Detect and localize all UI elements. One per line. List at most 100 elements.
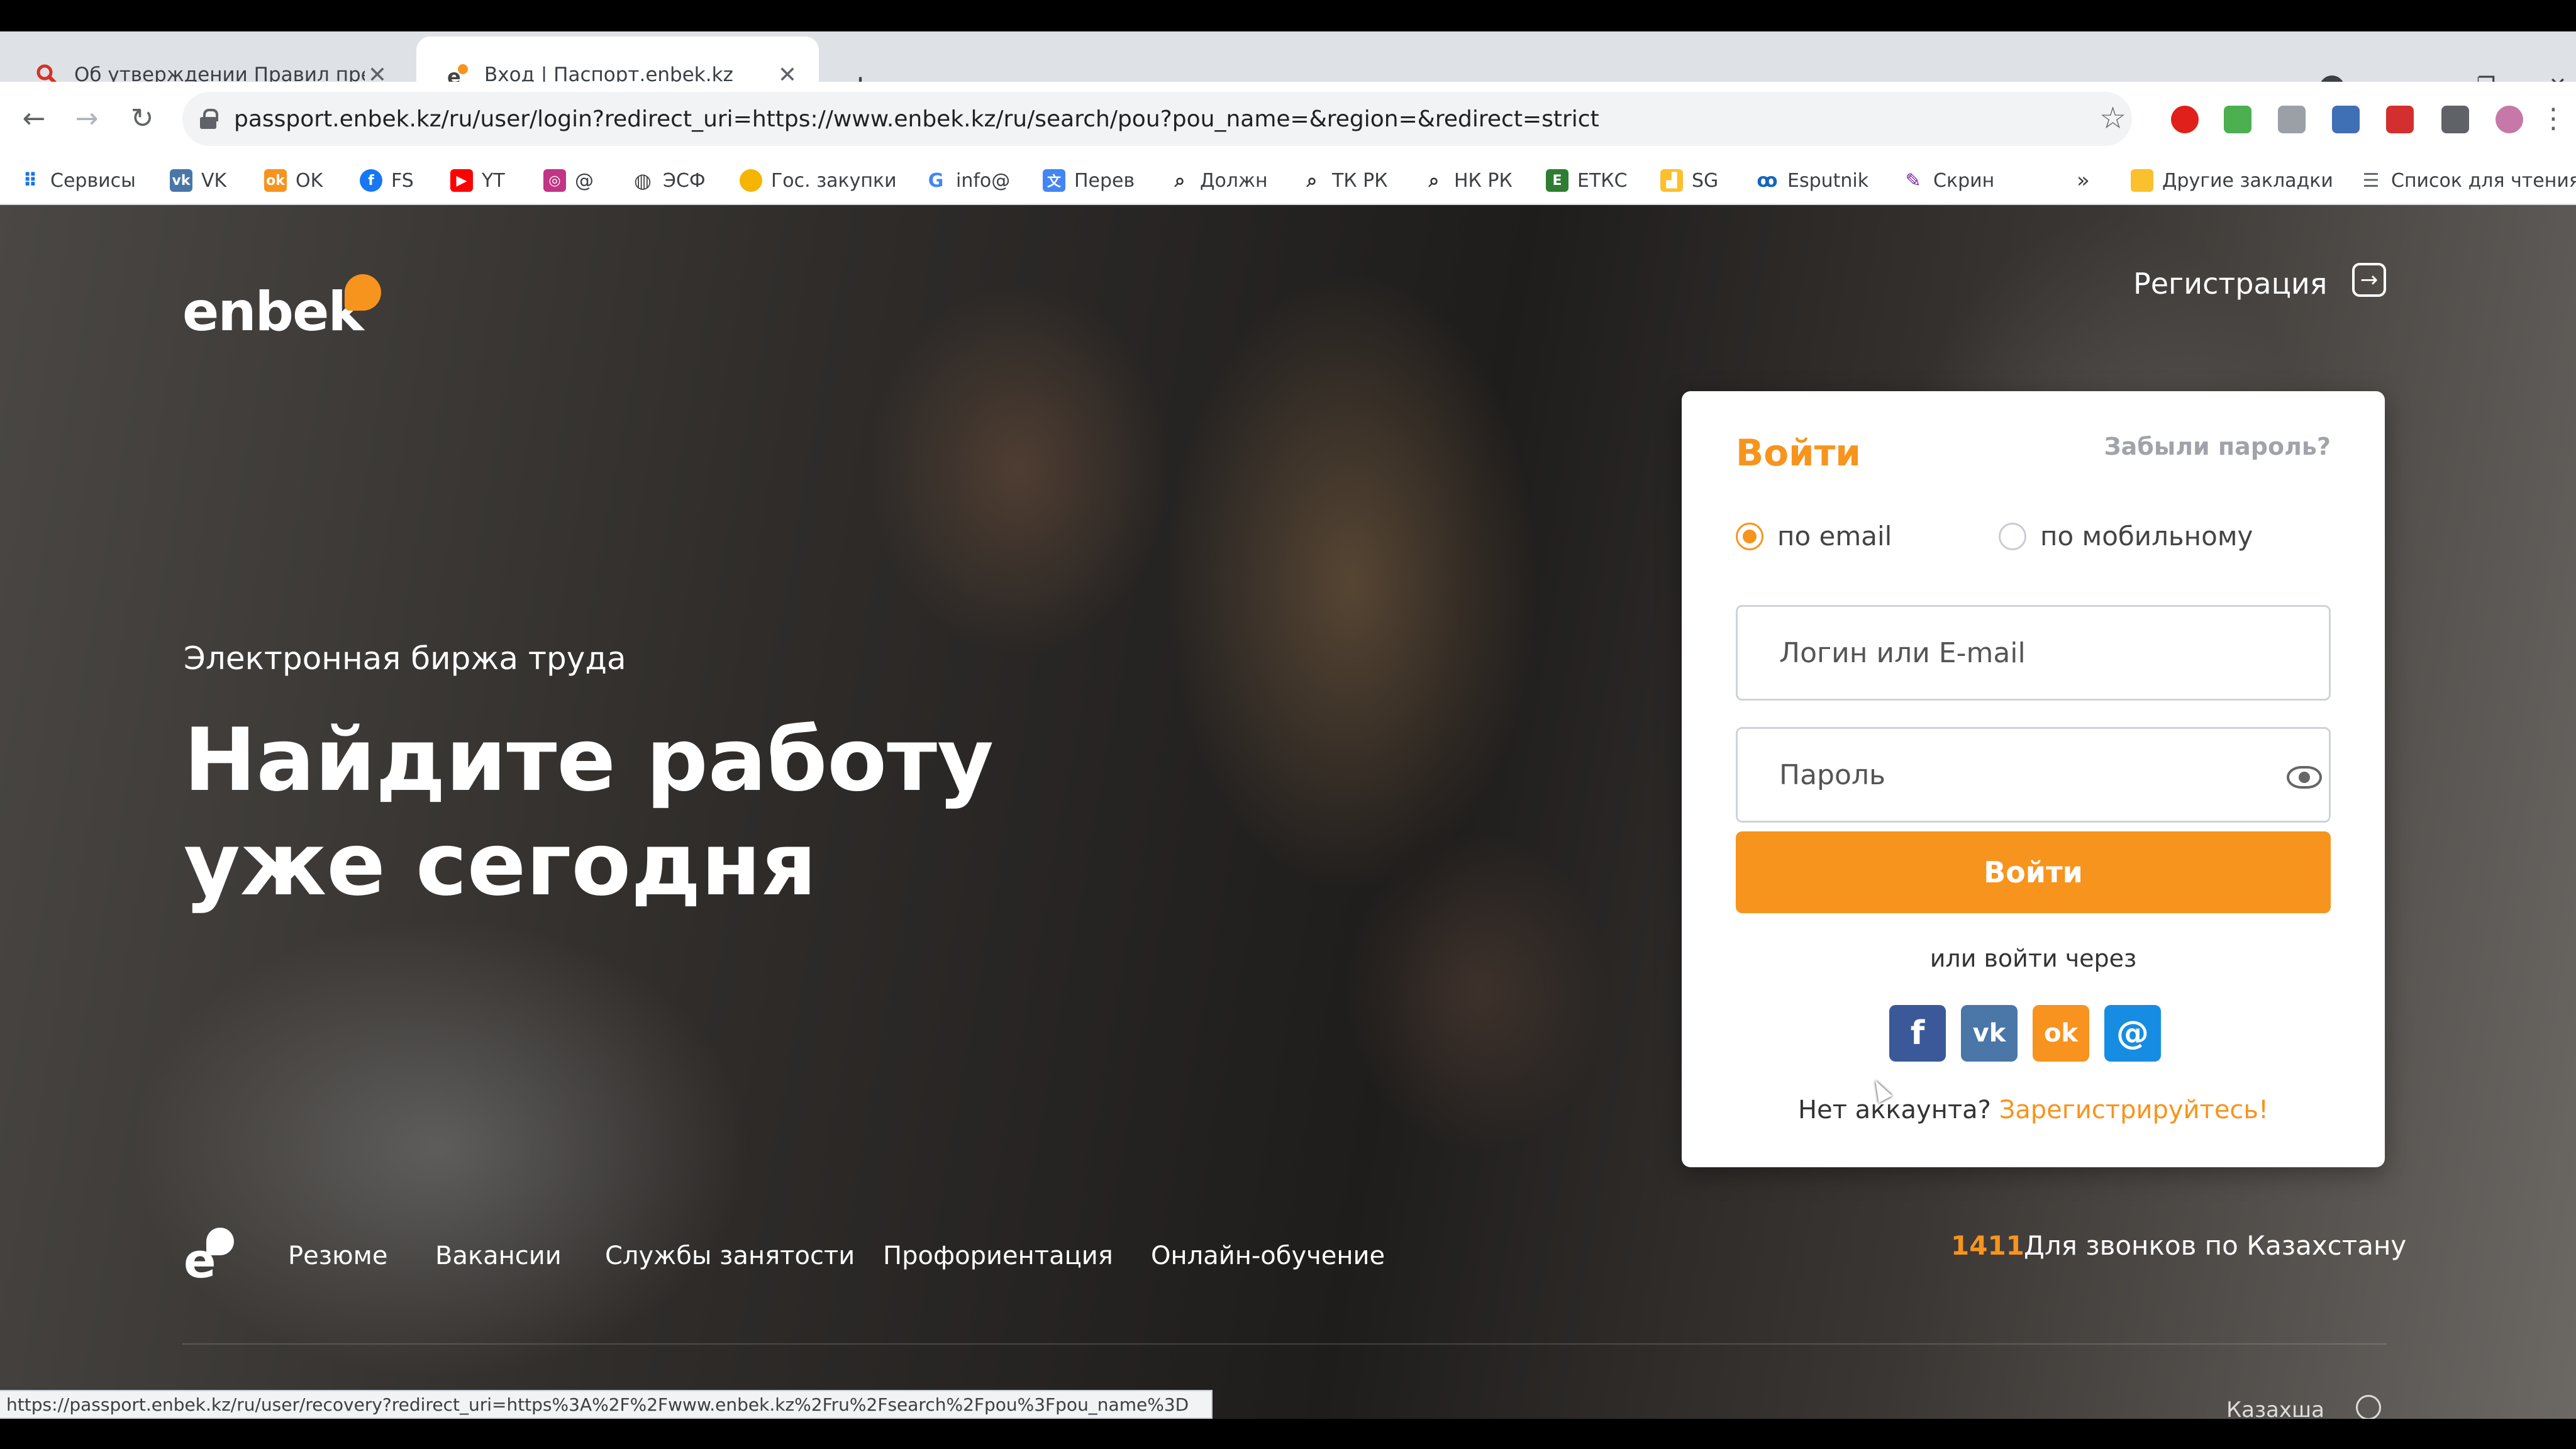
profile-avatar-icon[interactable]	[2496, 106, 2523, 133]
bookmark-esputnik[interactable]: ꝏ Esputnik	[1756, 156, 1868, 205]
facebook-icon: f	[360, 169, 382, 192]
or-login-via-text: или войти через	[1929, 945, 2137, 972]
hero-title: Найдите работу уже сегодня	[184, 708, 1127, 917]
no-account-line: Нет аккаунта? Зарегистрируйтесь!	[1682, 1096, 2385, 1124]
hero-subtitle: Электронная биржа труда	[184, 640, 626, 677]
footer-divider	[182, 1343, 2386, 1345]
ok-icon: ok	[2043, 1019, 2079, 1048]
radio-email-option[interactable]: по email	[1736, 521, 1892, 552]
bookmarks-more-button[interactable]: »	[2077, 156, 2090, 205]
bookmark-ok[interactable]: ok OK	[264, 156, 323, 205]
bookmark-dolzhn[interactable]: ⌕ Должн	[1169, 156, 1268, 205]
address-bar[interactable]: passport.enbek.kz/ru/user/login?redirect…	[182, 92, 2132, 146]
opera-extension-icon[interactable]	[2171, 106, 2199, 133]
reading-list-icon: ☰	[2362, 169, 2380, 192]
bookmark-etks[interactable]: E ЕТКС	[1546, 156, 1628, 205]
screen-bottom-border	[0, 1419, 2576, 1449]
bookmark-vk[interactable]: vk VK	[170, 156, 226, 205]
back-arrow-icon[interactable]: ←	[15, 99, 53, 137]
sign-in-arrow-icon[interactable]: →	[2352, 263, 2386, 297]
search-icon: ⌕	[1174, 169, 1185, 192]
bookmark-sg[interactable]: ▟ SG	[1660, 156, 1718, 205]
facebook-icon: f	[1910, 1014, 1925, 1052]
bookmark-star-icon[interactable]: ☆	[2099, 101, 2126, 136]
instagram-icon: ◎	[543, 169, 566, 192]
wallet-extension-icon[interactable]	[2224, 106, 2251, 133]
search-icon: ⌕	[1306, 169, 1318, 192]
logo-drop-icon	[345, 274, 381, 311]
bookmark-translate[interactable]: 文 Перев	[1043, 156, 1135, 205]
signup-link[interactable]: Зарегистрируйтесь!	[1999, 1096, 2268, 1124]
vk-icon: vk	[1972, 1019, 2006, 1048]
ok-icon: ok	[264, 169, 287, 192]
status-bar-url: https://passport.enbek.kz/ru/user/recove…	[0, 1390, 1213, 1419]
hero-title-line-2: уже сегодня	[184, 814, 817, 915]
extensions-puzzle-icon[interactable]	[2441, 106, 2469, 133]
bookmark-esf[interactable]: ◍ ЭСФ	[631, 156, 706, 205]
radio-email-label: по email	[1777, 521, 1892, 552]
pdf-extension-icon[interactable]	[2386, 106, 2414, 133]
hero-title-line-1: Найдите работу	[184, 709, 994, 811]
bookmark-info[interactable]: Ginfo@	[924, 156, 1011, 205]
bookmarks-bar: ⠿ Сервисы vk VK ok OK f FS ▶ YT ◎ @ ◍ ЭСФ Гос. …	[0, 156, 2576, 205]
show-password-eye-icon[interactable]	[2287, 766, 2322, 789]
register-link[interactable]: Регистрация	[2133, 267, 2327, 301]
bookmark-instagram[interactable]: ◎ @	[543, 156, 594, 205]
other-bookmarks-folder[interactable]: Другие закладки	[2131, 156, 2333, 205]
radio-email[interactable]	[1736, 522, 1763, 550]
youtube-icon: ▶	[450, 169, 473, 192]
url-text[interactable]: passport.enbek.kz/ru/user/login?redirect…	[234, 106, 1599, 132]
bookmark-yt[interactable]: ▶ YT	[450, 156, 505, 205]
translate-icon: 文	[1043, 169, 1065, 192]
radio-mobile[interactable]	[1999, 522, 2026, 550]
login-input[interactable]	[1736, 605, 2331, 701]
ok-login-button[interactable]: ok	[2033, 1005, 2089, 1062]
bookmark-nk-rk[interactable]: ⌕ НК РК	[1423, 156, 1513, 205]
nav-online-learning[interactable]: Онлайн-обучение	[1151, 1241, 1385, 1270]
bookmark-services[interactable]: ⠿ Сервисы	[19, 156, 136, 205]
calendar-extension-icon[interactable]	[2332, 106, 2360, 133]
mailru-icon: @	[2116, 1014, 2149, 1052]
lock-icon	[200, 109, 218, 129]
hotline-number[interactable]: 1411	[1951, 1230, 2024, 1261]
enbek-login-page: enbek Регистрация → Электронная биржа тр…	[0, 205, 2576, 1419]
facebook-login-button[interactable]: f	[1889, 1005, 1946, 1062]
menu-kebab-icon[interactable]: ⋮	[2540, 99, 2567, 137]
globe-icon: ◍	[634, 169, 652, 192]
nav-resume[interactable]: Резюме	[288, 1241, 387, 1270]
globe-icon[interactable]	[2356, 1395, 2381, 1419]
goszakup-icon	[740, 169, 762, 192]
chart-icon: ▟	[1660, 169, 1683, 192]
no-account-text: Нет аккаунта?	[1797, 1096, 1991, 1124]
radio-mobile-label: по мобильному	[2040, 521, 2253, 552]
login-card: Войти Забыли пароль? по email по мобильн…	[1682, 391, 2385, 1167]
bookmark-screenshot[interactable]: ✎ Скрин	[1902, 156, 1994, 205]
forgot-password-link[interactable]: Забыли пароль?	[2104, 433, 2331, 460]
reload-icon[interactable]: ↻	[123, 99, 161, 137]
password-input[interactable]	[1736, 727, 2331, 823]
footer-logo-icon[interactable]: e	[184, 1228, 238, 1285]
bookmark-fs[interactable]: f FS	[360, 156, 414, 205]
bookmark-tk-rk[interactable]: ⌕ ТК РК	[1301, 156, 1388, 205]
login-submit-button[interactable]: Войти	[1736, 831, 2331, 913]
reading-list-button[interactable]: ☰ Список для чтения	[2360, 156, 2576, 205]
login-title: Войти	[1736, 431, 1861, 474]
folder-icon	[2131, 169, 2153, 192]
language-switch[interactable]: Казахша	[2226, 1397, 2324, 1419]
radio-mobile-option[interactable]: по мобильному	[1999, 521, 2253, 552]
esputnik-icon: ꝏ	[1757, 169, 1778, 192]
nav-career-guidance[interactable]: Профориентация	[883, 1241, 1113, 1270]
search-icon: ⌕	[1428, 169, 1440, 192]
forward-arrow-icon[interactable]: →	[68, 99, 106, 137]
mailru-login-button[interactable]: @	[2104, 1005, 2161, 1062]
screen-top-border	[0, 0, 2576, 31]
mail-extension-icon[interactable]	[2278, 106, 2306, 133]
hotline-text: Для звонков по Казахстану	[2024, 1230, 2407, 1261]
bookmark-goszakup[interactable]: Гос. закупки	[740, 156, 897, 205]
vk-login-button[interactable]: vk	[1961, 1005, 2018, 1062]
etks-icon: E	[1546, 169, 1568, 192]
enbek-logo[interactable]: enbek	[182, 274, 381, 343]
nav-vacancies[interactable]: Вакансии	[435, 1241, 562, 1270]
vk-icon: vk	[170, 169, 192, 192]
nav-employment-services[interactable]: Службы занятости	[605, 1241, 855, 1270]
